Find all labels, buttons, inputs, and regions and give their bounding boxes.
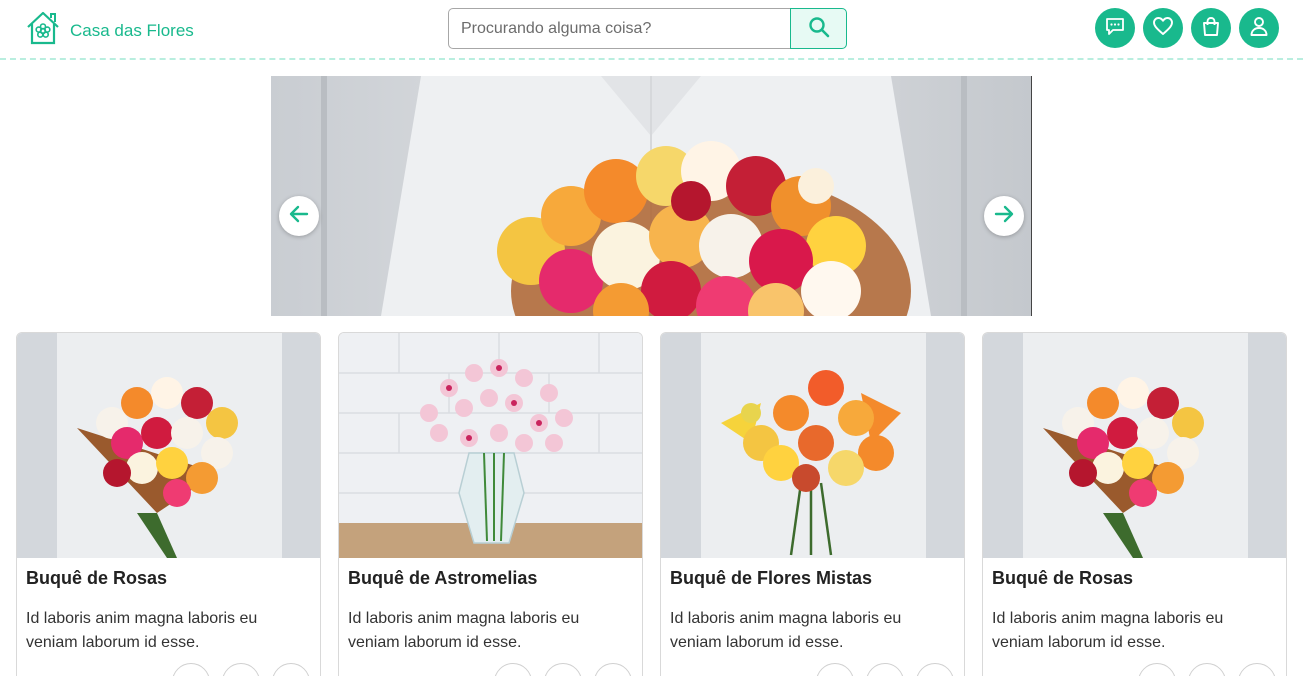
product-title: Buquê de Rosas xyxy=(26,568,168,588)
product-grid: Buquê de Rosas Id laboris anim magna lab… xyxy=(16,332,1287,676)
product-card[interactable]: Buquê de Rosas Id laboris anim magna lab… xyxy=(16,332,321,676)
product-action-button[interactable] xyxy=(1238,663,1276,676)
product-card[interactable]: Buquê de Flores Mistas Id laboris anim m… xyxy=(660,332,965,676)
logo[interactable]: Casa das Flores xyxy=(24,10,194,51)
header-actions xyxy=(1095,8,1279,48)
product-image xyxy=(661,333,964,558)
search-icon xyxy=(808,16,830,41)
product-title: Buquê de Astromelias xyxy=(348,568,538,588)
product-actions xyxy=(983,663,1286,676)
product-title: Buquê de Flores Mistas xyxy=(670,568,873,588)
product-image xyxy=(983,333,1286,558)
product-action-button[interactable] xyxy=(272,663,310,676)
account-button[interactable] xyxy=(1239,8,1279,48)
header: Casa das Flores xyxy=(0,0,1303,60)
carousel-next-button[interactable] xyxy=(984,196,1024,236)
product-card[interactable]: Buquê de Rosas Id laboris anim magna lab… xyxy=(982,332,1287,676)
product-action-button[interactable] xyxy=(1188,663,1226,676)
arrow-right-icon xyxy=(993,203,1015,230)
shopping-bag-icon xyxy=(1200,15,1222,42)
favorites-button[interactable] xyxy=(1143,8,1183,48)
cart-button[interactable] xyxy=(1191,8,1231,48)
product-description: Id laboris anim magna laboris eu veniam … xyxy=(992,610,1224,651)
product-action-button[interactable] xyxy=(172,663,210,676)
product-action-button[interactable] xyxy=(594,663,632,676)
product-action-button[interactable] xyxy=(544,663,582,676)
product-description: Id laboris anim magna laboris eu veniam … xyxy=(348,610,580,651)
product-action-button[interactable] xyxy=(866,663,904,676)
search-input[interactable] xyxy=(448,8,790,49)
product-card[interactable]: Buquê de Astromelias Id laboris anim mag… xyxy=(338,332,643,676)
product-image xyxy=(339,333,642,558)
search-button[interactable] xyxy=(790,8,847,49)
user-icon xyxy=(1248,15,1270,42)
arrow-left-icon xyxy=(288,203,310,230)
product-action-button[interactable] xyxy=(494,663,532,676)
logo-text: Casa das Flores xyxy=(70,20,194,40)
product-action-button[interactable] xyxy=(222,663,260,676)
chat-button[interactable] xyxy=(1095,8,1135,48)
product-action-button[interactable] xyxy=(1138,663,1176,676)
product-title: Buquê de Rosas xyxy=(992,568,1134,588)
product-description: Id laboris anim magna laboris eu veniam … xyxy=(26,610,258,651)
product-image xyxy=(17,333,320,558)
product-actions xyxy=(661,663,964,676)
house-flower-icon xyxy=(24,10,62,51)
product-actions xyxy=(339,663,642,676)
carousel-prev-button[interactable] xyxy=(279,196,319,236)
product-action-button[interactable] xyxy=(816,663,854,676)
product-action-button[interactable] xyxy=(916,663,954,676)
product-description: Id laboris anim magna laboris eu veniam … xyxy=(670,610,902,651)
heart-icon xyxy=(1152,15,1174,42)
chat-icon xyxy=(1104,15,1126,42)
search-bar xyxy=(448,8,847,49)
product-actions xyxy=(17,663,320,676)
hero-image xyxy=(271,76,1031,316)
hero-carousel xyxy=(271,76,1032,316)
